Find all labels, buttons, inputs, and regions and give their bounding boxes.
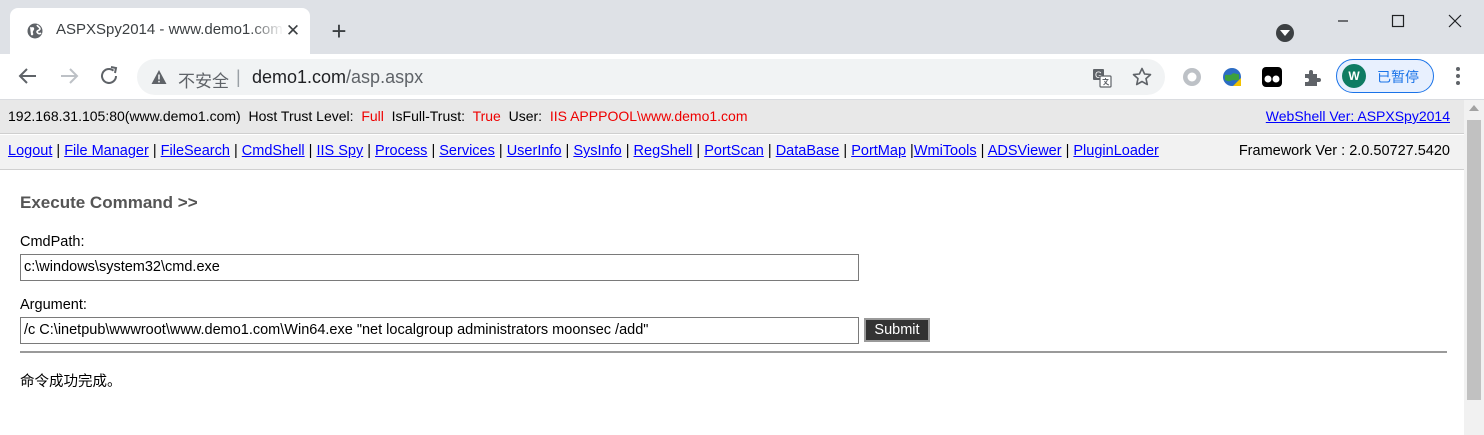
menu-port-scan[interactable]: PortScan <box>704 143 764 159</box>
menu-cmd-shell[interactable]: CmdShell <box>242 143 305 159</box>
tab-search-icon[interactable] <box>1276 24 1294 42</box>
extensions-puzzle-icon[interactable] <box>1301 66 1323 88</box>
user-label: User: <box>508 108 543 124</box>
avatar: W <box>1342 64 1366 88</box>
back-arrow-icon[interactable] <box>16 64 40 88</box>
translate-icon[interactable]: G <box>1092 68 1112 88</box>
full-trust-value: True <box>472 108 501 124</box>
trust-level-label: Host Trust Level: <box>248 108 354 124</box>
cmdpath-label: CmdPath: <box>20 234 85 250</box>
server-info: 192.168.31.105:80(www.demo1.com) Host Tr… <box>8 108 748 124</box>
shell-menu: Logout | File Manager | FileSearch | Cmd… <box>8 143 1159 159</box>
argument-label: Argument: <box>20 297 87 313</box>
globe-extension-icon[interactable] <box>1221 66 1243 88</box>
server-address: 192.168.31.105:80(www.demo1.com) <box>8 108 241 124</box>
menu-plugin-loader[interactable]: PluginLoader <box>1073 143 1158 159</box>
url-path: /asp.aspx <box>346 67 424 87</box>
menu-process[interactable]: Process <box>375 143 427 159</box>
menu-database[interactable]: DataBase <box>776 143 840 159</box>
menu-wmi-tools[interactable]: WmiTools <box>914 143 977 159</box>
close-window-button[interactable] <box>1432 8 1478 34</box>
minimize-button[interactable] <box>1320 8 1366 34</box>
new-tab-button[interactable]: + <box>326 18 352 44</box>
url-text[interactable]: demo1.com/asp.aspx <box>252 67 423 88</box>
address-separator: | <box>236 67 241 87</box>
vertical-scrollbar[interactable] <box>1464 100 1484 435</box>
full-trust-label: IsFull-Trust: <box>391 108 466 124</box>
webshell-version-link[interactable]: WebShell Ver: ASPXSpy2014 <box>1266 108 1450 124</box>
warning-icon[interactable] <box>151 69 167 85</box>
menu-services[interactable]: Services <box>439 143 495 159</box>
profile-status-label: 已暂停 <box>1377 69 1419 85</box>
menu-port-map[interactable]: PortMap <box>851 143 906 159</box>
user-value: IIS APPPOOL\www.demo1.com <box>549 108 748 124</box>
bookmark-star-icon[interactable] <box>1132 67 1152 87</box>
tab-title: ASPXSpy2014 - www.demo1.com <box>56 21 283 38</box>
menu-iis-spy[interactable]: IIS Spy <box>316 143 363 159</box>
menu-reg-shell[interactable]: RegShell <box>634 143 693 159</box>
framework-version: Framework Ver : 2.0.50727.5420 <box>1238 143 1450 159</box>
globe-icon <box>27 23 43 39</box>
security-status[interactable]: 不安全 <box>178 67 229 92</box>
browser-tab[interactable]: ASPXSpy2014 - www.demo1.com ✕ <box>10 8 310 54</box>
web-page: 192.168.31.105:80(www.demo1.com) Host Tr… <box>0 100 1464 435</box>
menu-logout[interactable]: Logout <box>8 143 52 159</box>
trust-level-value: Full <box>361 108 384 124</box>
close-tab-icon[interactable]: ✕ <box>284 22 302 40</box>
command-result: 命令成功完成。 <box>20 374 122 390</box>
title-bar: ASPXSpy2014 - www.demo1.com ✕ + <box>0 0 1484 54</box>
menu-file-manager[interactable]: File Manager <box>64 143 149 159</box>
menu-sys-info[interactable]: SysInfo <box>573 143 621 159</box>
cmdpath-input[interactable]: c:\windows\system32\cmd.exe <box>20 254 859 281</box>
scrollbar-thumb[interactable] <box>1467 120 1481 400</box>
shell-menu-bar: Logout | File Manager | FileSearch | Cmd… <box>0 135 1464 170</box>
server-info-bar: 192.168.31.105:80(www.demo1.com) Host Tr… <box>0 100 1464 134</box>
submit-button[interactable]: Submit <box>864 318 930 342</box>
divider <box>20 351 1447 353</box>
extension-circle-icon[interactable] <box>1181 66 1203 88</box>
tampermonkey-icon[interactable] <box>1261 66 1283 88</box>
menu-user-info[interactable]: UserInfo <box>507 143 562 159</box>
reload-icon[interactable] <box>97 64 121 88</box>
menu-file-search[interactable]: FileSearch <box>161 143 230 159</box>
address-bar[interactable]: 不安全 | demo1.com/asp.aspx G <box>137 59 1165 95</box>
scroll-up-arrow-icon[interactable] <box>1469 105 1479 111</box>
profile-button[interactable]: W 已暂停 <box>1336 59 1434 93</box>
more-menu-icon[interactable] <box>1448 64 1468 88</box>
maximize-button[interactable] <box>1375 8 1421 34</box>
forward-arrow-icon[interactable] <box>57 64 81 88</box>
menu-ads-viewer[interactable]: ADSViewer <box>988 143 1062 159</box>
url-host: demo1.com <box>252 67 347 87</box>
section-title: Execute Command >> <box>20 193 198 212</box>
argument-input[interactable]: /c C:\inetpub\wwwroot\www.demo1.com\Win6… <box>20 317 859 344</box>
